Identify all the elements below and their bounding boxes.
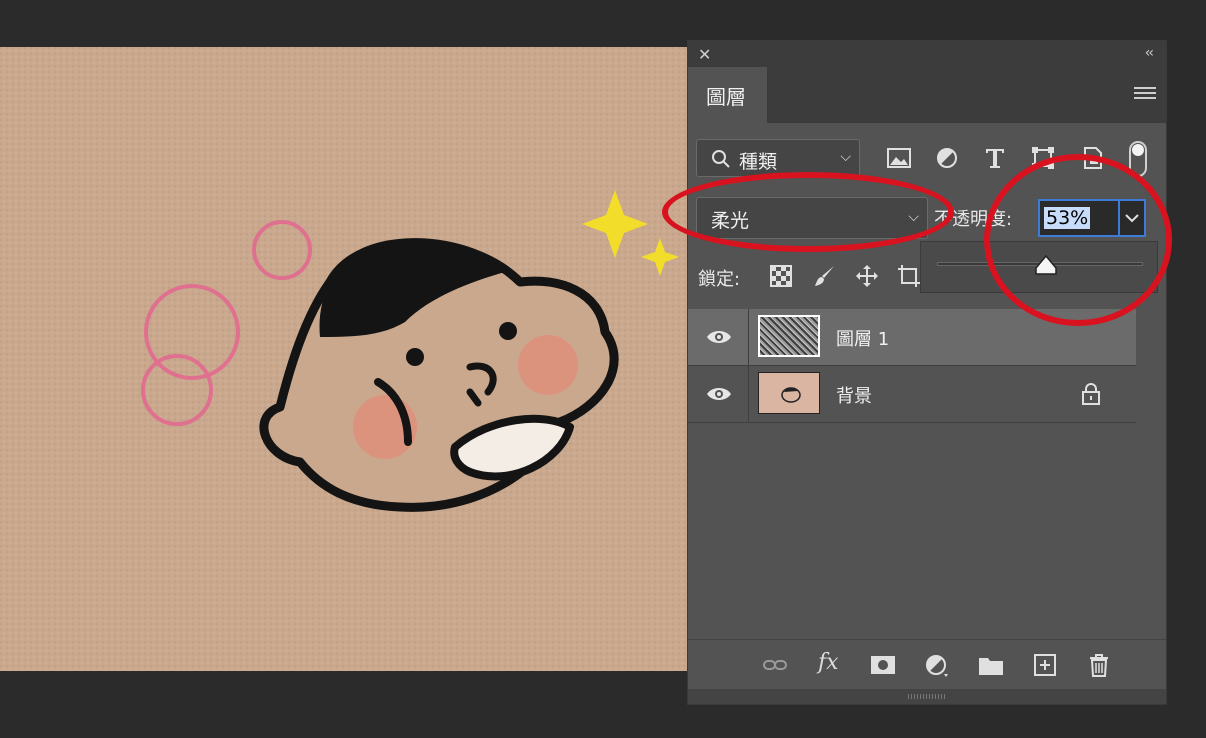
layers-bottom-toolbar: fx — [688, 639, 1166, 690]
illustration — [0, 47, 700, 671]
panel-titlebar: ✕ ‹‹ — [688, 41, 1166, 67]
blend-mode-select[interactable]: 柔光 ⌵ — [696, 197, 928, 239]
layer-filter-select[interactable]: 種類 ⌵ — [696, 139, 860, 177]
search-icon — [712, 150, 730, 168]
panel-menu-icon[interactable] — [1134, 87, 1156, 101]
chevron-down-icon — [1125, 214, 1139, 223]
layers-scrollbar[interactable] — [1136, 309, 1166, 639]
mask-icon[interactable] — [870, 652, 896, 678]
lock-icon[interactable] — [1080, 382, 1102, 406]
lock-label: 鎖定: — [698, 269, 741, 290]
layer-thumbnail — [758, 315, 820, 357]
opacity-value: 53% — [1044, 207, 1091, 229]
lock-pixels-icon[interactable] — [812, 263, 838, 289]
blend-mode-value: 柔光 — [711, 210, 750, 232]
chevron-down-icon: ⌵ — [840, 149, 851, 165]
filter-toggle[interactable] — [1129, 141, 1147, 177]
eye-icon[interactable] — [706, 327, 732, 347]
layer-thumbnail — [758, 372, 820, 414]
tab-bar: 圖層 — [688, 67, 1166, 123]
layers-list: 圖層 1 背景 — [688, 309, 1136, 423]
opacity-slider-popup — [920, 241, 1158, 293]
collapse-icon[interactable]: ‹‹ — [1145, 45, 1154, 61]
type-filter-icon[interactable] — [982, 145, 1008, 171]
adjustment-icon[interactable] — [924, 652, 950, 678]
opacity-label: 不透明度: — [934, 209, 1013, 230]
image-filter-icon[interactable] — [886, 145, 912, 171]
new-layer-icon[interactable] — [1032, 652, 1058, 678]
trash-icon[interactable] — [1086, 652, 1112, 678]
adjustment-filter-icon[interactable] — [934, 145, 960, 171]
smart-object-filter-icon[interactable] — [1080, 145, 1106, 171]
opacity-slider-thumb[interactable] — [1034, 254, 1058, 278]
tab-layers-label: 圖層 — [706, 85, 746, 109]
layers-panel: ✕ ‹‹ 圖層 種類 ⌵ 柔光 ⌵ 不透明度: 53% 鎖定: 圖層 1 背景 … — [687, 40, 1167, 705]
layer-name: 背景 — [836, 386, 872, 407]
panel-resize-grip[interactable] — [688, 689, 1166, 704]
tab-layers[interactable]: 圖層 — [688, 67, 768, 123]
lock-transparency-icon[interactable] — [768, 263, 794, 289]
filter-label: 種類 — [739, 151, 778, 173]
document-canvas[interactable] — [0, 47, 700, 671]
folder-icon[interactable] — [978, 652, 1004, 678]
chevron-down-icon: ⌵ — [908, 209, 919, 225]
opacity-input[interactable]: 53% — [1038, 199, 1120, 237]
layer-row[interactable]: 背景 — [688, 366, 1136, 423]
shape-filter-icon[interactable] — [1030, 145, 1056, 171]
close-icon[interactable]: ✕ — [698, 45, 711, 64]
face-thumbnail-icon — [781, 387, 801, 403]
layer-name: 圖層 1 — [836, 329, 890, 350]
eye-icon[interactable] — [706, 384, 732, 404]
layer-row[interactable]: 圖層 1 — [688, 309, 1136, 366]
lock-artboard-icon[interactable] — [896, 263, 922, 289]
fx-icon[interactable]: fx — [818, 650, 844, 676]
link-icon[interactable] — [762, 652, 788, 678]
lock-position-icon[interactable] — [854, 263, 880, 289]
opacity-dropdown-button[interactable] — [1120, 199, 1146, 237]
